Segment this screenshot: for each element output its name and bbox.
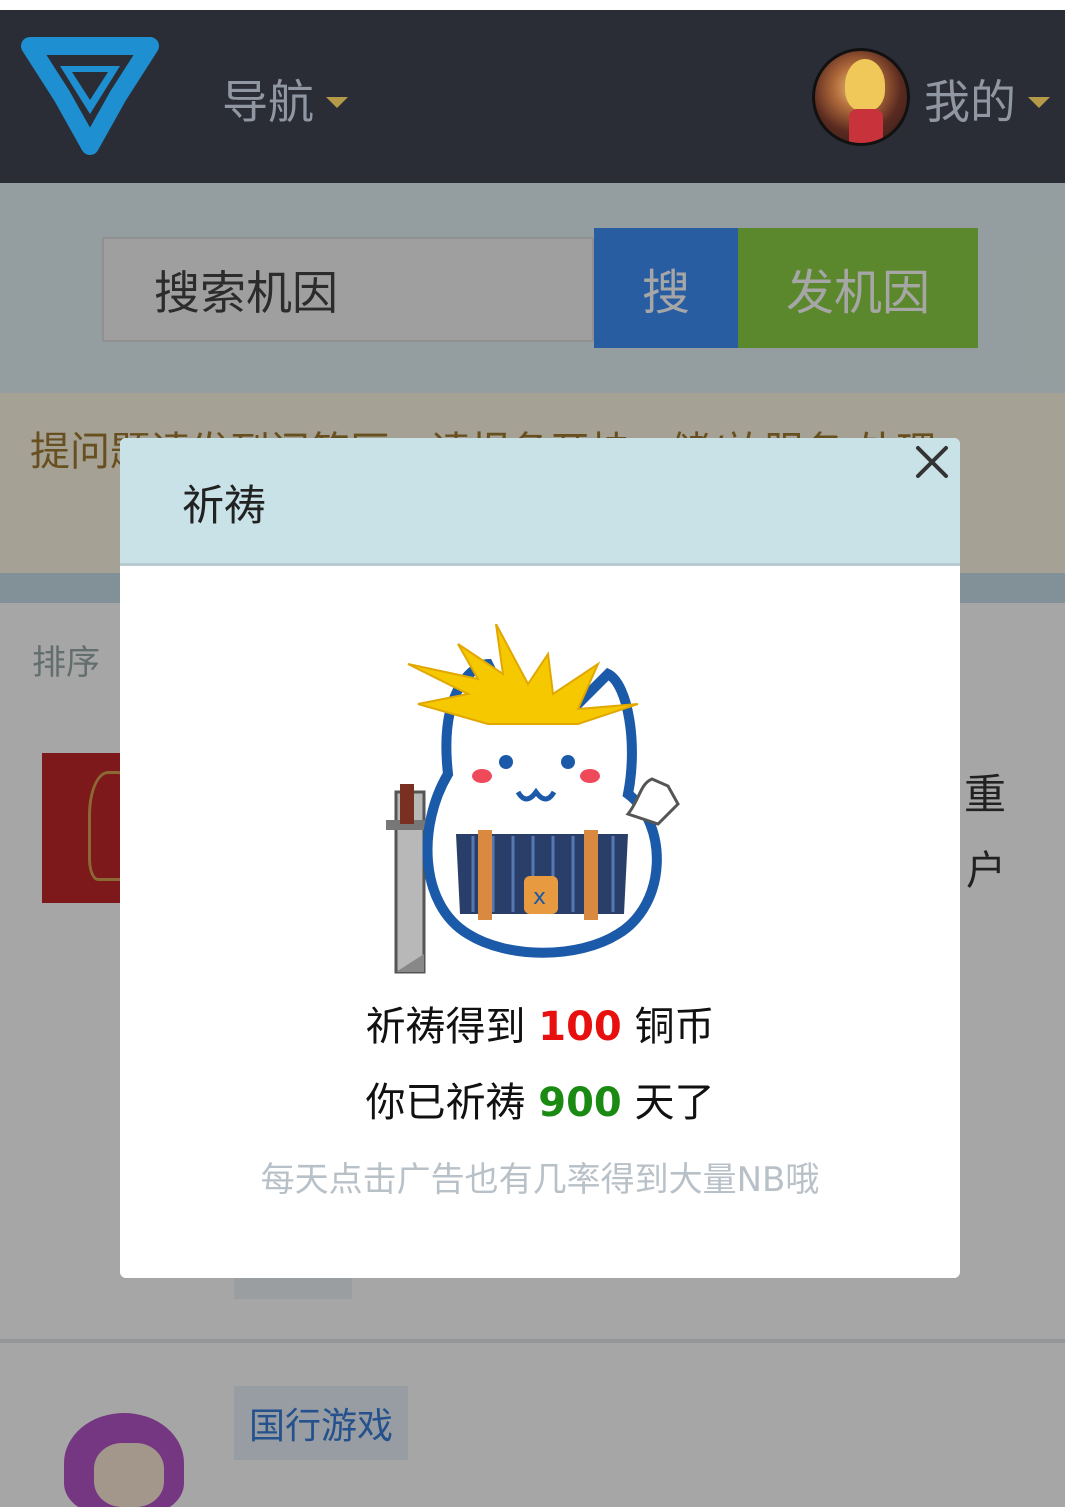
navbar: 导航 我的: [0, 10, 1065, 183]
close-icon[interactable]: [908, 438, 956, 486]
coins-count: 100: [538, 1004, 622, 1050]
top-strip: [0, 0, 1065, 10]
days-suffix: 天了: [634, 1080, 715, 1126]
dialog-title: 祈祷: [182, 481, 267, 530]
days-prefix: 你已祈祷: [365, 1080, 526, 1126]
prayer-days-text: 你已祈祷 900 天了: [120, 1070, 960, 1128]
reward-prefix: 祈祷得到: [365, 1004, 526, 1050]
reward-suffix: 铜币: [634, 1004, 715, 1050]
ad-hint-text: 每天点击广告也有几率得到大量NB哦: [260, 1160, 820, 1200]
nav-guide-menu[interactable]: 导航: [222, 66, 348, 132]
site-logo-icon[interactable]: [20, 36, 160, 160]
caret-down-icon: [1028, 96, 1050, 108]
nav-mine-menu[interactable]: 我的: [924, 66, 1050, 132]
prayer-reward-text: 祈祷得到 100 铜币: [120, 994, 960, 1052]
nav-mine-label: 我的: [924, 75, 1016, 129]
avatar[interactable]: [812, 48, 910, 146]
caret-down-icon: [326, 96, 348, 108]
mascot-cat-illustration: x: [386, 624, 680, 974]
dialog-header: 祈祷: [120, 438, 960, 566]
prayer-dialog: 祈祷 x 祈祷得到 100 铜币 你已祈祷 900 天了 每天点击广告也有几率得…: [120, 438, 960, 1278]
days-count: 900: [538, 1080, 622, 1126]
svg-text:x: x: [533, 885, 546, 910]
nav-guide-label: 导航: [222, 75, 314, 129]
